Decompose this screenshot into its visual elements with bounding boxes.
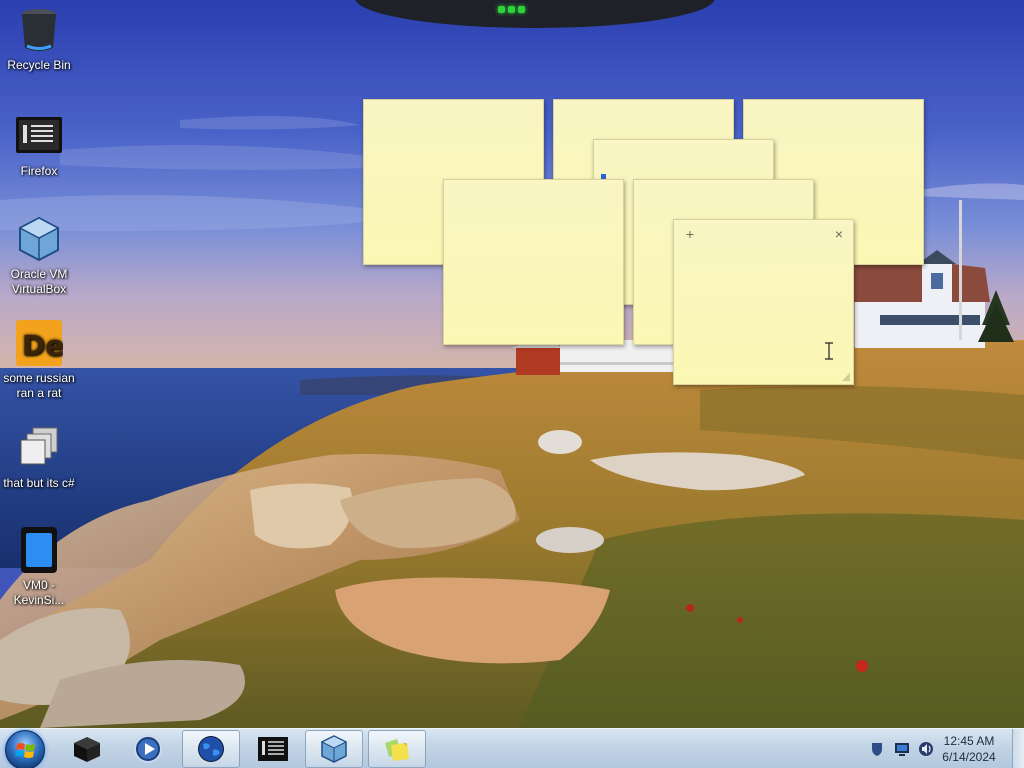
vm-tablet-icon [15,526,63,574]
desktop-icon-label: Recycle Bin [7,58,71,72]
globe-browser-icon [198,736,224,762]
system-clock[interactable]: 12:45 AM 6/14/2024 [936,733,1002,765]
gadget-led-indicator [518,6,525,13]
desktop-icon-label: Oracle VM VirtualBox [10,267,68,296]
desktop-icon-firefox[interactable]: Firefox [0,112,78,179]
windows-logo-icon [15,743,35,758]
close-note-button[interactable]: × [831,226,847,242]
taskbar-app-globe[interactable] [182,730,240,768]
text-cursor-icon [825,342,833,360]
sticky-note-active[interactable]: + × [673,219,854,385]
desktop-icon-label: some russian ran a rat [3,371,75,400]
sticky-notes-icon [385,739,409,761]
show-desktop-button[interactable] [1012,729,1024,768]
add-note-button[interactable]: + [682,226,698,242]
terminal-app-icon [258,737,288,761]
desktop-icon-virtualbox[interactable]: Oracle VM VirtualBox [0,215,78,297]
note-text[interactable] [450,210,617,334]
desktop-icon-vm0[interactable]: VM0 - KevinSi... [0,526,78,608]
sticky-note[interactable] [443,179,624,345]
virtualbox-icon [15,215,63,263]
desktop-icon-label: Firefox [20,164,58,178]
firefox-icon [15,112,63,160]
stacked-windows-icon [15,424,63,472]
taskbar-app-sticky-notes[interactable] [368,730,426,768]
gadget-led-indicator [508,6,515,13]
taskbar-app-terminal[interactable] [244,730,302,768]
start-button[interactable] [5,730,45,768]
action-center-flag-icon[interactable] [870,741,886,757]
gadget-led-indicator [498,6,505,13]
system-tray: 12:45 AM 6/14/2024 [864,729,1024,768]
desktop-icon-label: that but its c# [3,476,75,490]
volume-speaker-icon[interactable] [918,741,934,757]
clock-date: 6/14/2024 [942,750,996,764]
taskbar-app-media-player[interactable] [119,730,177,768]
recycle-bin-icon [15,6,63,54]
desktop-icon-de-app[interactable]: De some russian ran a rat [0,319,78,401]
desktop-icon-csharp-app[interactable]: that but its c# [0,424,78,491]
taskbar: 12:45 AM 6/14/2024 [0,728,1024,768]
clock-time: 12:45 AM [943,734,995,748]
network-monitor-icon[interactable] [894,741,910,757]
resize-grip[interactable] [842,373,850,381]
virtualbox-icon [320,735,348,763]
taskbar-app-virtualbox[interactable] [305,730,363,768]
black-box-app-icon [74,737,100,762]
svg-text:De: De [22,329,63,362]
media-player-icon [134,735,162,763]
de-app-icon: De [15,319,64,367]
desktop-icon-label: VM0 - KevinSi... [13,578,65,607]
taskbar-app-black-box[interactable] [58,730,116,768]
desktop-icon-recycle-bin[interactable]: Recycle Bin [0,6,78,73]
note-text[interactable] [680,250,847,374]
